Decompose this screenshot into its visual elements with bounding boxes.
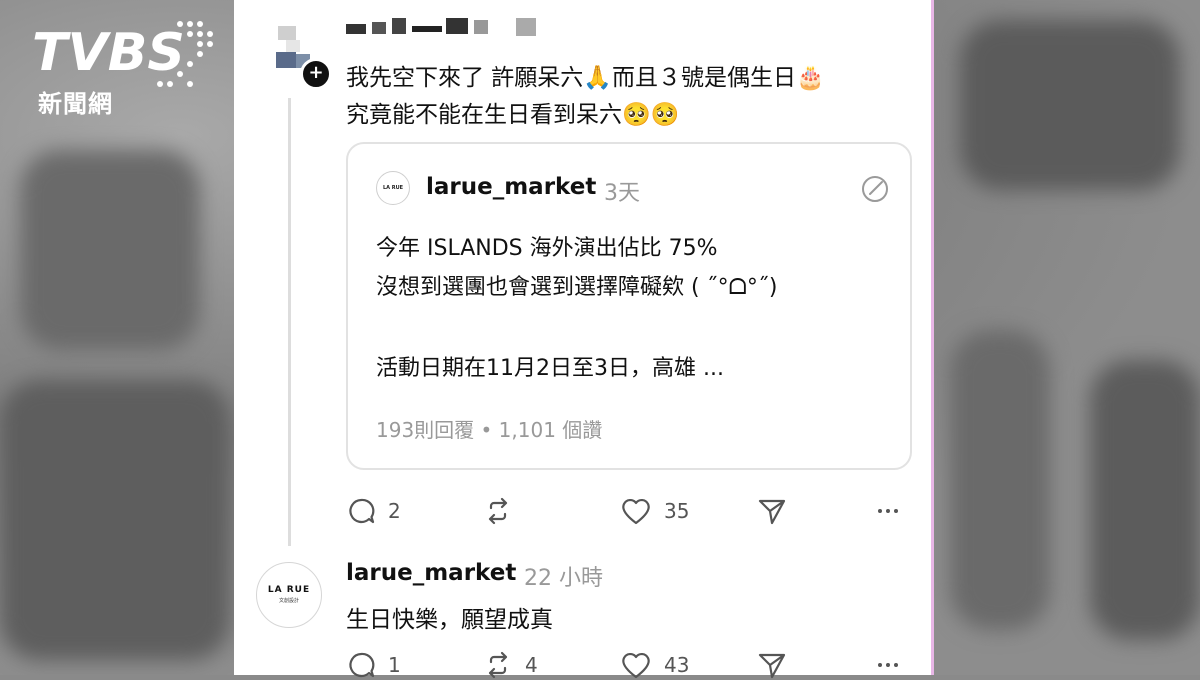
- reply-comment-button[interactable]: 1: [346, 650, 401, 680]
- reply-avatar-sub: 文創設計: [278, 598, 299, 604]
- comment-icon: [349, 498, 375, 524]
- edit-icon[interactable]: [860, 174, 890, 204]
- heart-icon: [622, 498, 650, 525]
- follow-plus-icon[interactable]: +: [300, 58, 332, 90]
- more-icon: [878, 663, 898, 667]
- reply-timestamp: 22 小時: [524, 566, 603, 591]
- heart-icon: [622, 652, 650, 679]
- panel-edge: [931, 0, 934, 675]
- more-icon: [878, 509, 898, 513]
- comment-button[interactable]: 2: [346, 496, 401, 526]
- reply-like-count: 43: [664, 653, 690, 677]
- reply-repost-button[interactable]: 4: [483, 650, 538, 680]
- reply-share-button[interactable]: [757, 650, 787, 680]
- send-icon: [758, 499, 786, 525]
- like-button[interactable]: 35: [620, 496, 689, 526]
- reply-avatar-logo: LA RUE: [267, 585, 311, 595]
- quoted-timestamp: 3天: [604, 181, 640, 206]
- repost-icon: [488, 651, 508, 679]
- more-options-button[interactable]: [876, 496, 900, 526]
- reply-avatar[interactable]: LA RUE 文創設計: [256, 562, 322, 628]
- share-button[interactable]: [757, 496, 787, 526]
- repost-icon: [488, 497, 508, 525]
- post-text-line-2: 究竟能不能在生日看到呆六🥺🥺: [346, 102, 680, 128]
- quoted-avatar: LA RUE: [376, 171, 410, 205]
- quoted-text-line-1: 今年 ISLANDS 海外演出佔比 75%: [376, 236, 718, 261]
- quoted-username[interactable]: larue_market: [426, 174, 596, 200]
- tvbs-logo-icon: TVBS: [32, 21, 213, 87]
- reply-text: 生日快樂，願望成真: [346, 607, 553, 633]
- repost-button[interactable]: [483, 496, 525, 526]
- quoted-text-line-2: 沒想到選團也會選到選擇障礙欸 ( ˝°ᗝ°˝): [376, 275, 778, 300]
- post-text-line-1: 我先空下來了 許願呆六🙏而且３號是偶生日🎂: [346, 65, 825, 91]
- like-count: 35: [664, 499, 690, 523]
- send-icon: [758, 653, 786, 679]
- comment-icon: [349, 652, 375, 678]
- tvbs-logo-text: TVBS: [32, 23, 185, 83]
- quoted-text-line-3: 活動日期在11月2日至3日，高雄 ...: [376, 356, 724, 381]
- comment-count: 2: [388, 499, 401, 523]
- reply-username[interactable]: larue_market: [346, 560, 516, 586]
- reply-repost-count: 4: [525, 653, 538, 677]
- quoted-post-card[interactable]: LA RUE larue_market 3天 今年 ISLANDS 海外演出佔比…: [346, 142, 912, 470]
- thread-connector-line: [288, 98, 291, 546]
- reply-like-button[interactable]: 43: [620, 650, 689, 680]
- reply-comment-count: 1: [388, 653, 401, 677]
- quoted-stats[interactable]: 193則回覆 • 1,101 個讚: [376, 414, 602, 443]
- watermark-subtitle: 新聞網: [38, 90, 113, 118]
- censored-username: [346, 6, 546, 36]
- reply-more-options-button[interactable]: [876, 650, 900, 680]
